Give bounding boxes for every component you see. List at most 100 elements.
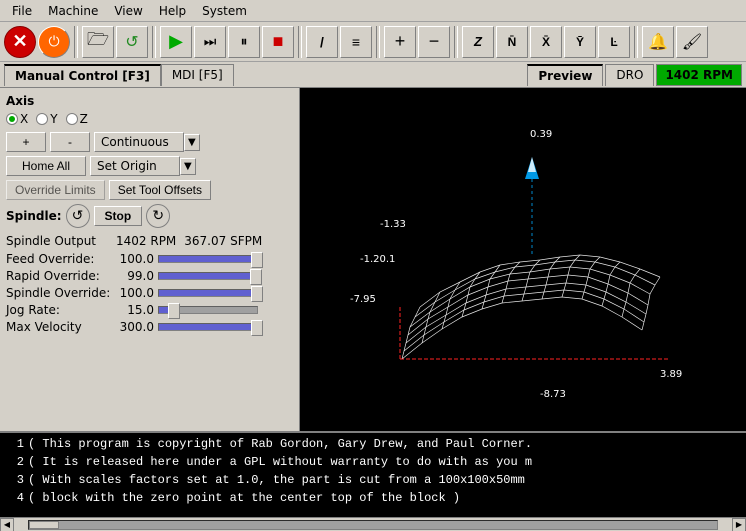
code-line: 3( With scales factors set at 1.0, the p… bbox=[4, 471, 742, 489]
tab-dro[interactable]: DRO bbox=[605, 64, 654, 86]
slider-track-3[interactable] bbox=[158, 306, 258, 314]
spindle-label: Spindle: bbox=[6, 209, 62, 223]
toolbar-sep-5 bbox=[454, 26, 458, 58]
set-tool-offsets-button[interactable]: Set Tool Offsets bbox=[109, 180, 211, 200]
line-content: ( block with the zero point at the cente… bbox=[28, 489, 460, 507]
axis-y-label: Y bbox=[50, 112, 57, 126]
rpm-display: 1402 RPM bbox=[656, 64, 742, 86]
tab-preview[interactable]: Preview bbox=[527, 64, 603, 86]
tab-mdi[interactable]: MDI [F5] bbox=[161, 64, 234, 86]
scroll-thumb[interactable] bbox=[29, 521, 59, 529]
p-button[interactable]: Ŀ bbox=[598, 26, 630, 58]
edit-button[interactable]: / bbox=[306, 26, 338, 58]
continuous-dropdown-arrow[interactable]: ▼ bbox=[184, 134, 200, 151]
bell-button[interactable]: 🔔 bbox=[642, 26, 674, 58]
brush-button[interactable]: 🖌 bbox=[676, 26, 708, 58]
slider-thumb-0[interactable] bbox=[251, 252, 263, 268]
toolbar: ✕ ⏻ 🗁 ↺ ▶ ⏭ ⏸ ■ / ≡ + − Z N̄ X̄ Ȳ Ŀ 🔔 🖌 bbox=[0, 22, 746, 62]
stop-button[interactable]: ■ bbox=[262, 26, 294, 58]
limits-offsets-row: Override Limits Set Tool Offsets bbox=[6, 180, 293, 200]
axis-z-radio[interactable]: Z bbox=[66, 112, 88, 126]
step-forward-button[interactable]: ⏭ bbox=[194, 26, 226, 58]
continuous-option[interactable]: Continuous bbox=[94, 132, 184, 152]
slider-track-4[interactable] bbox=[158, 323, 258, 331]
home-all-button[interactable]: Home All bbox=[6, 156, 86, 176]
svg-text:0.39: 0.39 bbox=[530, 129, 552, 140]
line-content: ( This program is copyright of Rab Gordo… bbox=[28, 435, 532, 453]
open-button[interactable]: 🗁 bbox=[82, 26, 114, 58]
line-content: ( With scales factors set at 1.0, the pa… bbox=[28, 471, 525, 489]
axis-y-radio[interactable]: Y bbox=[36, 112, 57, 126]
code-line: 1( This program is copyright of Rab Gord… bbox=[4, 435, 742, 453]
slider-track-0[interactable] bbox=[158, 255, 258, 263]
plus-jog-button[interactable]: + bbox=[6, 132, 46, 152]
remove-button[interactable]: − bbox=[418, 26, 450, 58]
spindle-output-label: Spindle Output bbox=[6, 234, 116, 248]
slider-thumb-3[interactable] bbox=[168, 303, 180, 319]
slider-thumb-4[interactable] bbox=[251, 320, 263, 336]
override-row-0: Feed Override:100.0 bbox=[6, 252, 293, 266]
slider-fill-4 bbox=[159, 324, 257, 330]
bottom-code-area: 1( This program is copyright of Rab Gord… bbox=[0, 431, 746, 531]
set-origin-dropdown-arrow[interactable]: ▼ bbox=[180, 158, 196, 175]
slider-thumb-1[interactable] bbox=[250, 269, 262, 285]
slider-thumb-2[interactable] bbox=[251, 286, 263, 302]
override-row-2: Spindle Override:100.0 bbox=[6, 286, 293, 300]
overrides-container: Feed Override:100.0Rapid Override:99.0Sp… bbox=[6, 252, 293, 334]
override-label-1: Rapid Override: bbox=[6, 269, 116, 283]
tabs-row: Manual Control [F3] MDI [F5] Preview DRO… bbox=[0, 62, 746, 88]
override-label-0: Feed Override: bbox=[6, 252, 116, 266]
power-button[interactable]: ⏻ bbox=[38, 26, 70, 58]
svg-text:-1.33: -1.33 bbox=[380, 219, 406, 230]
home-origin-row: Home All Set Origin ▼ bbox=[6, 156, 293, 176]
n-button[interactable]: N̄ bbox=[496, 26, 528, 58]
axis-x-indicator bbox=[6, 113, 18, 125]
toolbar-sep-2 bbox=[152, 26, 156, 58]
set-origin-option[interactable]: Set Origin bbox=[90, 156, 180, 176]
add-button[interactable]: + bbox=[384, 26, 416, 58]
override-value-3: 15.0 bbox=[116, 303, 154, 317]
scroll-track[interactable] bbox=[28, 520, 718, 530]
z-axis-button[interactable]: Z bbox=[462, 26, 494, 58]
scroll-left-button[interactable]: ◀ bbox=[0, 518, 14, 531]
tab-manual-control[interactable]: Manual Control [F3] bbox=[4, 64, 161, 86]
jog-control-row: + - Continuous ▼ bbox=[6, 132, 293, 152]
x-mirror-button[interactable]: X̄ bbox=[530, 26, 562, 58]
preview-3d[interactable]: 0.39 -1.33 -1.20.1 -7.95 -8.73 3.89 bbox=[300, 88, 746, 431]
y-mirror-button[interactable]: Ȳ bbox=[564, 26, 596, 58]
slider-track-2[interactable] bbox=[158, 289, 258, 297]
menu-view[interactable]: View bbox=[106, 2, 150, 20]
slider-track-1[interactable] bbox=[158, 272, 258, 280]
estop-button[interactable]: ✕ bbox=[4, 26, 36, 58]
menu-machine[interactable]: Machine bbox=[40, 2, 106, 20]
blocks-button[interactable]: ≡ bbox=[340, 26, 372, 58]
menubar: File Machine View Help System bbox=[0, 0, 746, 22]
menu-help[interactable]: Help bbox=[151, 2, 194, 20]
axis-y-indicator bbox=[36, 113, 48, 125]
scroll-right-button[interactable]: ▶ bbox=[732, 518, 746, 531]
toolbar-sep-3 bbox=[298, 26, 302, 58]
slider-fill-0 bbox=[159, 256, 257, 262]
line-number: 3 bbox=[4, 471, 24, 489]
spindle-cw-button[interactable]: ↻ bbox=[146, 204, 170, 228]
axis-z-indicator bbox=[66, 113, 78, 125]
axis-x-radio[interactable]: X bbox=[6, 112, 28, 126]
right-tabs: Preview DRO 1402 RPM bbox=[527, 64, 746, 86]
minus-jog-button[interactable]: - bbox=[50, 132, 90, 152]
override-row-3: Jog Rate:15.0 bbox=[6, 303, 293, 317]
slider-fill-2 bbox=[159, 290, 257, 296]
override-row-1: Rapid Override:99.0 bbox=[6, 269, 293, 283]
pause-button[interactable]: ⏸ bbox=[228, 26, 260, 58]
reload-button[interactable]: ↺ bbox=[116, 26, 148, 58]
spindle-stop-button[interactable]: Stop bbox=[94, 206, 143, 226]
axis-section-title: Axis bbox=[6, 94, 293, 108]
menu-system[interactable]: System bbox=[194, 2, 255, 20]
line-number: 2 bbox=[4, 453, 24, 471]
override-value-2: 100.0 bbox=[116, 286, 154, 300]
override-limits-button[interactable]: Override Limits bbox=[6, 180, 105, 200]
spindle-ccw-button[interactable]: ↺ bbox=[66, 204, 90, 228]
run-button[interactable]: ▶ bbox=[160, 26, 192, 58]
override-row-4: Max Velocity300.0 bbox=[6, 320, 293, 334]
override-label-4: Max Velocity bbox=[6, 320, 116, 334]
menu-file[interactable]: File bbox=[4, 2, 40, 20]
